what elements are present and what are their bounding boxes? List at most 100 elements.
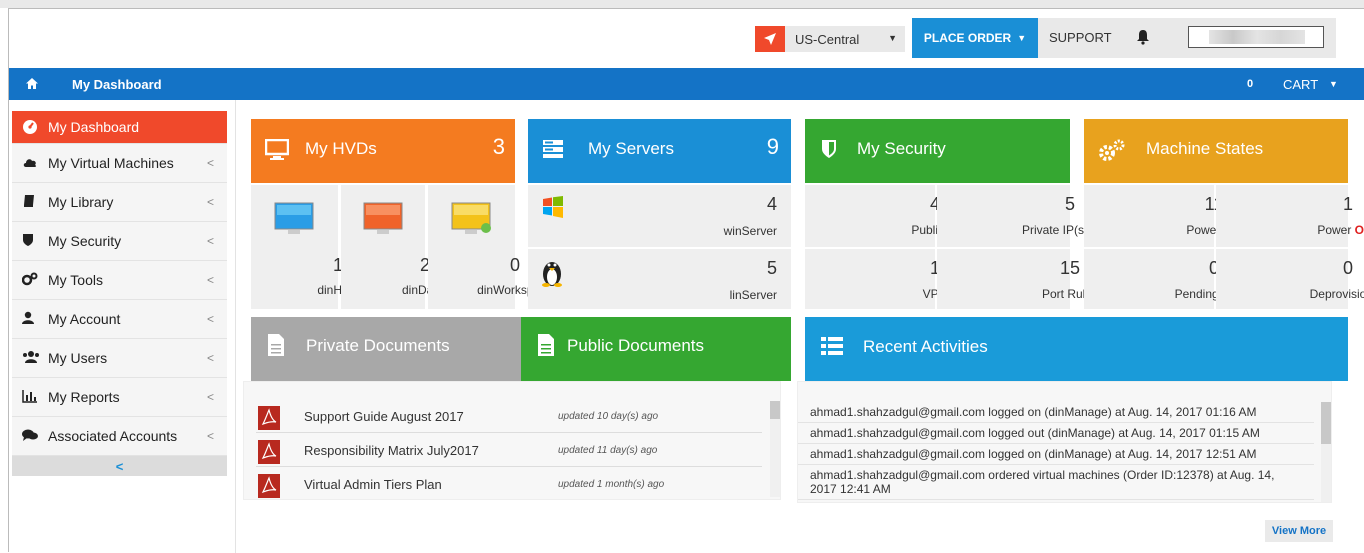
server-value: 4 (766, 194, 777, 214)
cart-count-badge: 0 (1247, 78, 1254, 90)
sidebar-item-label: My Account (48, 311, 121, 327)
place-order-button[interactable]: PLACE ORDER ▼ (912, 18, 1038, 58)
shield-icon (821, 139, 845, 161)
machine-states-title: Machine States (1146, 139, 1264, 158)
state-value: 1 (1342, 194, 1353, 214)
security-cell-vpn[interactable]: 1 VPN (805, 249, 947, 309)
activities-scrollbar[interactable] (1321, 402, 1331, 502)
documents-list: Support Guide August 2017 updated 10 day… (243, 381, 781, 500)
desktop-blue-icon (274, 202, 314, 241)
security-title: My Security (857, 139, 946, 158)
user-icon (22, 311, 38, 327)
sidebar-item-label: My Tools (48, 272, 103, 288)
shield-icon (22, 233, 38, 249)
security-cell-public-ip[interactable]: 4 Public IP (805, 185, 959, 247)
cloud-icon (22, 155, 38, 171)
cart-label: CART (1283, 77, 1319, 92)
hvd-cell-dinworkspace[interactable]: 0 dinWorkspace (428, 185, 553, 309)
chevron-left-icon: < (206, 156, 214, 170)
public-documents-tab[interactable]: Public Documents (521, 317, 791, 381)
bar-chart-icon (22, 389, 38, 405)
sidebar-collapse-button[interactable]: < (12, 456, 227, 476)
server-cell-windows[interactable]: 4 winServer (528, 185, 791, 247)
machine-states-tile-header[interactable]: Machine States (1084, 119, 1348, 183)
server-label: winServer (723, 224, 777, 238)
sidebar-item-virtual-machines[interactable]: My Virtual Machines < (12, 144, 227, 183)
chevron-left-icon: < (206, 312, 214, 326)
sidebar-item-security[interactable]: My Security < (12, 222, 227, 261)
state-cell-power-on[interactable]: 11 Power ON (1084, 185, 1242, 247)
state-cell-pending-setup[interactable]: 0 Pending Setup (1084, 249, 1253, 309)
hvd-cell-dindaas[interactable]: 2 dinDaaS (341, 185, 448, 309)
user-menu-button[interactable] (1188, 26, 1324, 48)
support-link[interactable]: SUPPORT (1049, 30, 1112, 45)
linux-penguin-icon (540, 257, 564, 290)
sidebar-item-dashboard[interactable]: My Dashboard (12, 111, 227, 144)
pdf-icon (258, 406, 280, 430)
navbar: My Dashboard 0 CART ▼ (9, 68, 1364, 100)
state-cell-power-off[interactable]: 1 Power OFF (1216, 185, 1364, 247)
sidebar-item-label: My Security (48, 233, 122, 249)
list-item: ahmad1.shahzadgul@gmail.com logged on (d… (798, 402, 1314, 423)
sidebar-item-associated-accounts[interactable]: Associated Accounts < (12, 417, 227, 456)
monitor-icon (264, 138, 290, 161)
pdf-icon (258, 474, 280, 498)
redacted-username (1209, 30, 1305, 44)
caret-down-icon: ▼ (1017, 33, 1027, 43)
hvd-cell-dinhvd[interactable]: 1 dinHVD (251, 185, 359, 309)
document-updated: updated 1 month(s) ago (558, 479, 665, 490)
list-item: ahmad1.shahzadgul@gmail.com logged on (d… (798, 444, 1314, 465)
document-icon (537, 333, 555, 357)
chevron-left-icon: < (206, 390, 214, 404)
list-item: ahmad1.shahzadgul@gmail.com ordered virt… (798, 465, 1314, 500)
state-label: Deprovisioned (1309, 287, 1364, 301)
hvds-tile-header[interactable]: My HVDs 3 (251, 119, 515, 183)
recent-activities-header: Recent Activities (805, 317, 1348, 381)
dashboard-icon (22, 119, 38, 135)
desktop-yellow-icon (451, 202, 493, 241)
security-cell-port-rules[interactable]: 15 Port Rules (937, 249, 1098, 309)
cart-button[interactable]: 0 CART ▼ (1241, 68, 1364, 100)
public-documents-title: Public Documents (567, 336, 705, 355)
private-documents-tab[interactable]: Private Documents (251, 317, 521, 381)
documents-scrollbar[interactable] (770, 401, 780, 497)
sidebar-item-label: My Virtual Machines (48, 155, 174, 171)
list-item[interactable]: Responsibility Matrix July2017 updated 1… (256, 435, 762, 467)
security-cell-private-ip[interactable]: 5 Private IP(subnet) (937, 185, 1118, 247)
caret-down-icon: ▼ (1329, 79, 1338, 89)
home-icon[interactable] (25, 77, 41, 91)
sidebar-item-account[interactable]: My Account < (12, 300, 227, 339)
server-value: 5 (766, 258, 777, 278)
sidebar-item-users[interactable]: My Users < (12, 339, 227, 378)
window-top-strip (0, 0, 1364, 8)
server-cell-linux[interactable]: 5 linServer (528, 249, 791, 309)
sidebar-item-label: My Reports (48, 389, 120, 405)
servers-tile-header[interactable]: My Servers 9 (528, 119, 791, 183)
users-icon (22, 350, 39, 366)
list-item[interactable]: Virtual Admin Tiers Plan updated 1 month… (256, 469, 762, 499)
sidebar-item-tools[interactable]: My Tools < (12, 261, 227, 300)
list-item: ahmad1.shahzadgul@gmail.com logged out (… (798, 423, 1314, 444)
location-arrow-icon[interactable] (755, 26, 785, 52)
bell-icon[interactable] (1136, 29, 1152, 45)
view-more-button[interactable]: View More (1265, 520, 1333, 542)
chevron-left-icon: < (206, 351, 214, 365)
document-name: Responsibility Matrix July2017 (304, 443, 479, 458)
sidebar-item-label: My Library (48, 194, 114, 210)
scrollbar-thumb[interactable] (770, 401, 780, 419)
scrollbar-thumb[interactable] (1321, 402, 1331, 444)
windows-logo-icon (542, 195, 564, 222)
sidebar-menu: My Dashboard My Virtual Machines < My Li… (12, 111, 227, 476)
servers-title: My Servers (588, 139, 674, 158)
state-cell-deprovisioned[interactable]: 0 Deprovisioned (1216, 249, 1364, 309)
place-order-label: PLACE ORDER (923, 31, 1012, 45)
header-right-group: SUPPORT (1038, 18, 1336, 58)
breadcrumb-title[interactable]: My Dashboard (72, 77, 162, 92)
document-name: Virtual Admin Tiers Plan (304, 477, 442, 492)
list-item[interactable]: Support Guide August 2017 updated 10 day… (256, 401, 762, 433)
sidebar-item-library[interactable]: My Library < (12, 183, 227, 222)
region-select[interactable]: US-Central ▼ (785, 26, 905, 52)
security-tile-header[interactable]: My Security (805, 119, 1070, 183)
document-icon (267, 333, 285, 357)
sidebar-item-reports[interactable]: My Reports < (12, 378, 227, 417)
